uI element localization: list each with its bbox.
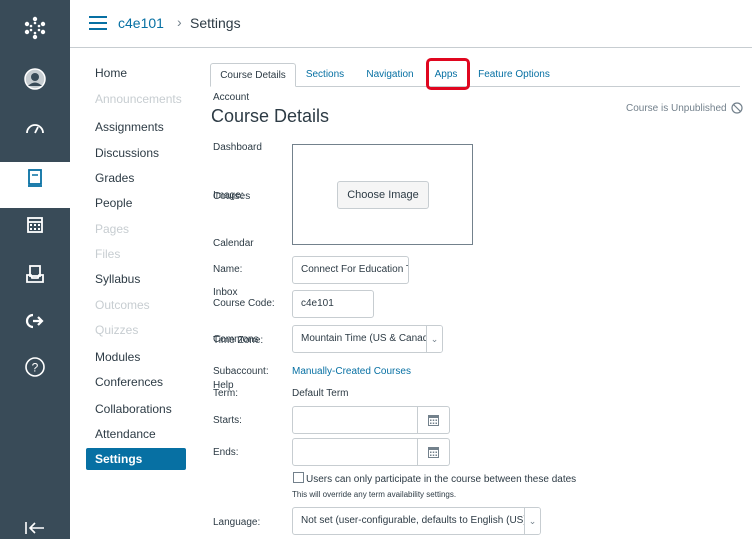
language-label: Language:	[213, 517, 261, 528]
course-nav-syllabus[interactable]: Syllabus	[86, 268, 186, 290]
course-name-input[interactable]: Connect For Education Training	[292, 256, 409, 284]
language-value: Not set (user-configurable, defaults to …	[301, 515, 530, 526]
course-nav-discussions[interactable]: Discussions	[86, 142, 186, 164]
calendar-icon	[27, 217, 43, 233]
global-nav-dashboard[interactable]: Dashboard	[0, 118, 262, 153]
calendar-icon	[428, 447, 439, 458]
restrict-dates-note: This will override any term availability…	[292, 490, 457, 499]
course-nav-collaborations[interactable]: Collaborations	[86, 398, 186, 420]
dashboard-icon	[26, 124, 44, 134]
course-code-input[interactable]: c4e101	[292, 290, 374, 318]
time-zone-value: Mountain Time (US & Canada)	[301, 333, 438, 344]
course-nav-people[interactable]: People	[86, 192, 186, 214]
chevron-down-icon: ⌄	[524, 508, 540, 534]
collapse-nav-icon[interactable]	[24, 520, 46, 536]
course-nav-home[interactable]: Home	[86, 62, 186, 84]
name-label: Name:	[213, 264, 243, 275]
global-nav-label: Account	[213, 92, 250, 103]
starts-date-input[interactable]	[292, 406, 418, 434]
ends-date-input[interactable]	[292, 438, 418, 466]
canvas-logo-icon[interactable]	[22, 14, 48, 42]
image-label: Image:	[213, 190, 244, 201]
breadcrumb: c4e101 › Settings	[70, 0, 752, 48]
help-icon: ?	[25, 357, 45, 377]
course-nav-attendance[interactable]: Attendance	[86, 423, 186, 445]
inbox-icon	[26, 265, 44, 283]
course-nav-quizzes[interactable]: Quizzes	[86, 319, 186, 341]
publish-status-text: Course is Unpublished	[626, 103, 727, 114]
subaccount-label: Subaccount:	[213, 366, 269, 377]
tab-navigation[interactable]: Navigation	[360, 63, 420, 87]
subaccount-link[interactable]: Manually-Created Courses	[292, 366, 411, 377]
starts-calendar-button[interactable]	[418, 406, 450, 434]
term-label: Term:	[213, 388, 238, 399]
breadcrumb-separator: ›	[177, 14, 182, 30]
starts-label: Starts:	[213, 415, 242, 426]
course-nav-files[interactable]: Files	[86, 243, 186, 265]
ends-calendar-button[interactable]	[418, 438, 450, 466]
publish-status: Course is Unpublished	[626, 102, 744, 114]
global-nav-inbox[interactable]: Inbox	[0, 263, 237, 298]
account-icon	[24, 68, 46, 90]
courses-icon	[28, 169, 42, 187]
global-nav-label: Calendar	[213, 238, 254, 249]
course-nav-grades[interactable]: Grades	[86, 167, 186, 189]
time-zone-select[interactable]: Mountain Time (US & Canada) ⌄	[292, 325, 443, 353]
global-nav-account[interactable]: Account	[0, 68, 249, 103]
breadcrumb-current: Settings	[190, 15, 241, 31]
global-nav-commons[interactable]: Commons	[0, 310, 259, 345]
commons-icon	[25, 313, 44, 329]
restrict-dates-checkbox[interactable]	[293, 472, 304, 483]
hamburger-menu-icon[interactable]	[89, 16, 107, 30]
apps-tab-highlight	[426, 58, 470, 90]
course-nav-outcomes[interactable]: Outcomes	[86, 294, 186, 316]
choose-image-button[interactable]: Choose Image	[337, 181, 429, 209]
global-nav-label: Dashboard	[213, 142, 262, 153]
page-title: Course Details	[211, 106, 330, 126]
course-nav-assignments[interactable]: Assignments	[86, 116, 186, 138]
tab-sections[interactable]: Sections	[302, 63, 348, 87]
calendar-icon	[428, 415, 439, 426]
course-nav-modules[interactable]: Modules	[86, 346, 186, 368]
chevron-down-icon: ⌄	[426, 326, 442, 352]
global-nav-calendar[interactable]: Calendar	[0, 214, 254, 249]
time-zone-label: Time Zone:	[213, 335, 264, 346]
global-nav-help[interactable]: ? Help	[0, 356, 234, 391]
ends-label: Ends:	[213, 447, 239, 458]
global-nav-label: Inbox	[213, 287, 238, 298]
global-nav: Account Dashboard Courses Calendar Inbox	[0, 0, 262, 539]
unpublished-icon	[731, 102, 744, 114]
tab-course-details[interactable]: Course Details	[210, 63, 296, 87]
global-nav-courses[interactable]: Courses	[0, 162, 250, 208]
course-code-label: Course Code:	[213, 298, 275, 309]
breadcrumb-course-link[interactable]: c4e101	[118, 15, 164, 31]
term-value: Default Term	[292, 388, 349, 399]
course-nav-conferences[interactable]: Conferences	[86, 371, 186, 393]
restrict-dates-label: Users can only participate in the course…	[306, 474, 577, 485]
tab-feature-options[interactable]: Feature Options	[476, 63, 552, 87]
language-select[interactable]: Not set (user-configurable, defaults to …	[292, 507, 541, 535]
course-nav-pages[interactable]: Pages	[86, 218, 186, 240]
course-nav-announcements[interactable]: Announcements	[86, 88, 186, 110]
course-nav-settings[interactable]: Settings	[86, 448, 186, 470]
svg-text:?: ?	[32, 361, 39, 375]
